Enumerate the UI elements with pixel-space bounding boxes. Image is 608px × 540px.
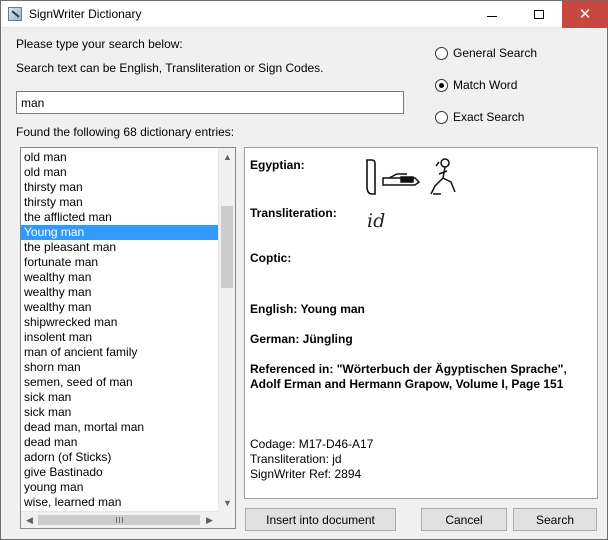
maximize-button[interactable] (516, 1, 561, 28)
cancel-button[interactable]: Cancel (421, 508, 507, 531)
hand-hieroglyph-icon (382, 173, 421, 186)
list-item[interactable]: wealthy man (21, 285, 218, 300)
radio-button[interactable] (435, 110, 448, 124)
vertical-scrollbar[interactable]: ▲ ▼ (218, 148, 235, 511)
scroll-left-icon[interactable]: ◀ (21, 512, 38, 528)
list-item[interactable]: old man (21, 150, 218, 165)
results-count-label: Found the following 68 dictionary entrie… (16, 125, 235, 139)
minimize-icon (486, 16, 497, 17)
signwriter-dictionary-window: SignWriter Dictionary ✕ Please type your… (0, 0, 608, 540)
horizontal-scroll-thumb[interactable] (38, 515, 200, 525)
window-title: SignWriter Dictionary (29, 7, 142, 21)
list-item[interactable]: old man (21, 165, 218, 180)
list-item[interactable]: sick man (21, 390, 218, 405)
list-item[interactable]: insolent man (21, 330, 218, 345)
app-icon (8, 7, 22, 21)
minimize-button[interactable] (469, 1, 514, 28)
list-item[interactable]: man of ancient family (21, 345, 218, 360)
transliteration-label: Transliteration: (250, 206, 337, 220)
list-item[interactable]: wealthy man (21, 300, 218, 315)
search-hint-label: Search text can be English, Transliterat… (16, 61, 324, 75)
list-item[interactable]: thirsty man (21, 180, 218, 195)
coptic-label: Coptic: (250, 251, 292, 265)
match-word-option[interactable]: Match Word (435, 78, 517, 92)
list-item-selected[interactable]: Young man (21, 225, 218, 240)
signwriter-ref-text: SignWriter Ref: 2894 (250, 467, 362, 481)
list-item[interactable]: the afflicted man (21, 210, 218, 225)
hieroglyph-image (366, 158, 456, 195)
scroll-down-icon[interactable]: ▼ (219, 494, 235, 511)
scrollbar-corner (218, 511, 235, 528)
search-input[interactable] (16, 91, 404, 114)
close-button[interactable]: ✕ (562, 1, 608, 28)
list-item[interactable]: young man (21, 480, 218, 495)
entry-detail-panel: Egyptian: Transliteration: id Coptic: En… (244, 147, 598, 499)
transliteration-glyph: id (367, 210, 386, 232)
general-search-option[interactable]: General Search (435, 46, 537, 60)
list-item[interactable]: shipwrecked man (21, 315, 218, 330)
vertical-scroll-thumb[interactable] (221, 206, 233, 288)
grip-icon (115, 517, 123, 523)
scroll-up-icon[interactable]: ▲ (219, 148, 235, 165)
transliteration-text: Transliteration: jd (250, 452, 342, 466)
list-item[interactable]: wise, learned man (21, 495, 218, 510)
list-item[interactable]: dead man (21, 435, 218, 450)
german-meaning: German: Jüngling (250, 332, 353, 346)
title-bar[interactable]: SignWriter Dictionary ✕ (1, 1, 608, 28)
reference-line-1: Referenced in: "Wörterbuch der Ägyptisch… (250, 362, 567, 376)
radio-label: General Search (453, 46, 538, 60)
list-item[interactable]: give Bastinado (21, 465, 218, 480)
list-item[interactable]: wealthy man (21, 270, 218, 285)
radio-button-selected[interactable] (435, 78, 448, 92)
horizontal-scrollbar[interactable]: ◀ ▶ (21, 511, 218, 528)
list-item[interactable]: fortunate man (21, 255, 218, 270)
search-button[interactable]: Search (513, 508, 597, 531)
list-item[interactable]: dead man, mortal man (21, 420, 218, 435)
reference-line-2: Adolf Erman and Hermann Grapow, Volume I… (250, 377, 564, 391)
list-item[interactable]: semen, seed of man (21, 375, 218, 390)
egyptian-label: Egyptian: (250, 158, 305, 172)
search-prompt-label: Please type your search below: (16, 37, 183, 51)
folded-cloth-hieroglyph-icon (366, 159, 376, 195)
maximize-icon (533, 10, 544, 19)
seated-child-hieroglyph-icon (430, 158, 456, 195)
radio-button[interactable] (435, 46, 448, 60)
list-item[interactable]: shorn man (21, 360, 218, 375)
list-item[interactable]: sick man (21, 405, 218, 420)
list-item[interactable]: thirsty man (21, 195, 218, 210)
radio-label: Exact Search (453, 110, 525, 124)
list-item[interactable]: the pleasant man (21, 240, 218, 255)
results-list: old man old man thirsty man thirsty man the … (21, 150, 218, 510)
results-listbox[interactable]: old man old man thirsty man thirsty man the … (20, 147, 236, 529)
english-meaning: English: Young man (250, 302, 365, 316)
scroll-right-icon[interactable]: ▶ (201, 512, 218, 528)
radio-label: Match Word (453, 78, 518, 92)
exact-search-option[interactable]: Exact Search (435, 110, 524, 124)
insert-into-document-button[interactable]: Insert into document (245, 508, 396, 531)
list-item[interactable]: adorn (of Sticks) (21, 450, 218, 465)
close-icon: ✕ (578, 5, 592, 23)
codage-text: Codage: M17-D46-A17 (250, 437, 374, 451)
